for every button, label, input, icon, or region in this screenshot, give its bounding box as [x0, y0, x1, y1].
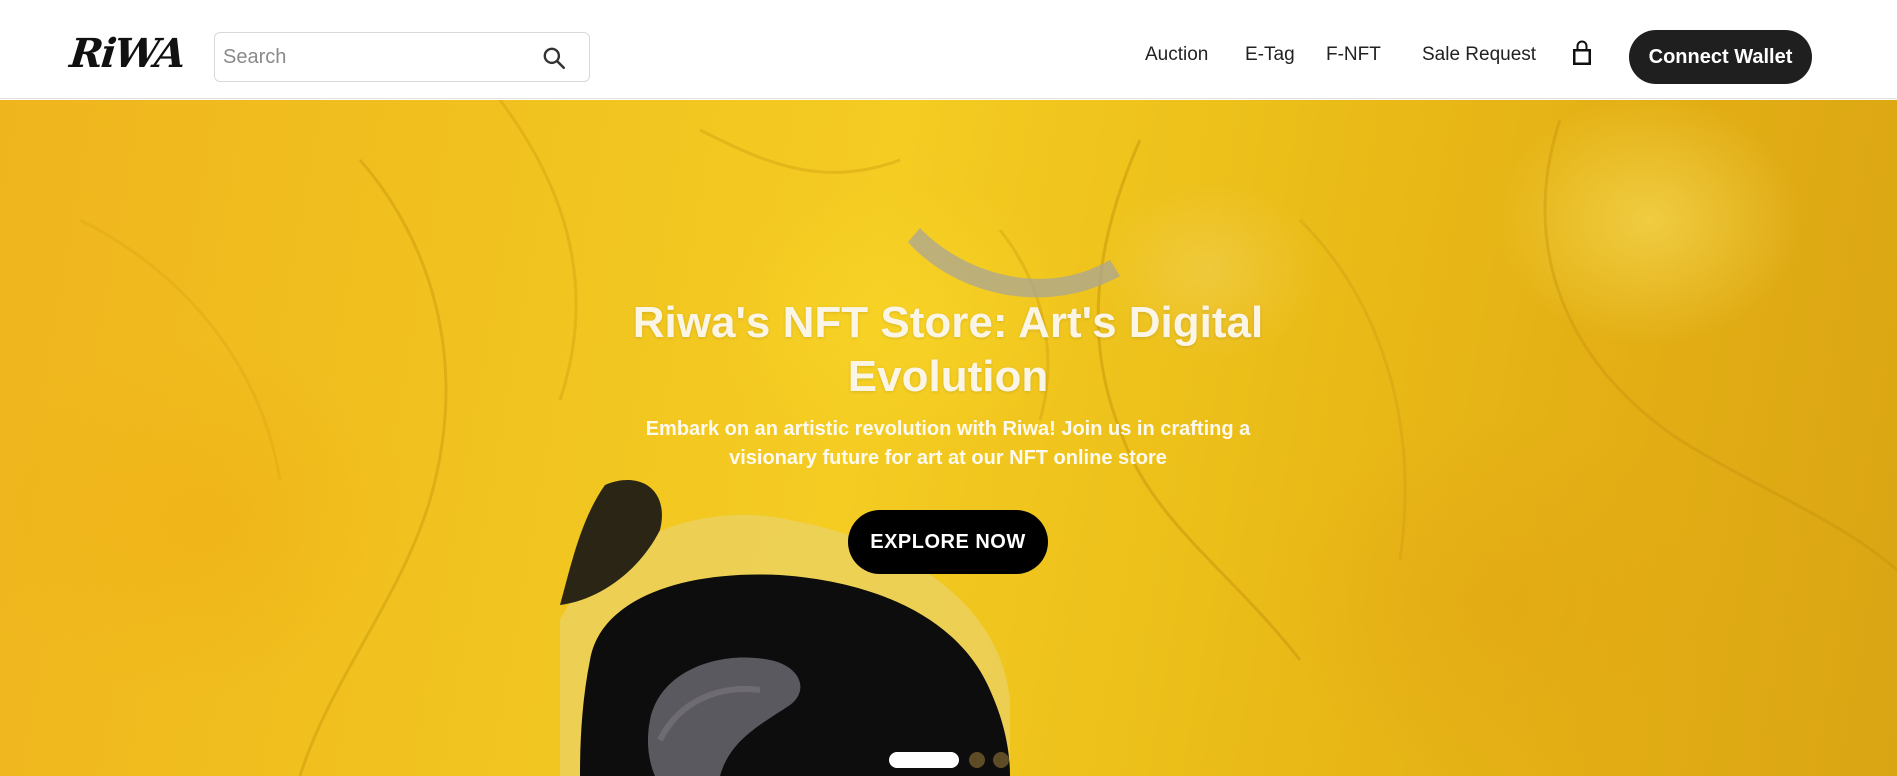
search-icon[interactable] [541, 45, 567, 71]
nav-fnft-link[interactable]: F-NFT [1326, 44, 1381, 66]
nav-auction-link[interactable]: Auction [1145, 44, 1208, 66]
shopping-bag-icon[interactable] [1570, 40, 1594, 68]
carousel-dot-2[interactable] [969, 752, 985, 768]
hero-title: Riwa's NFT Store: Art's Digital Evolutio… [632, 298, 1264, 401]
search-box[interactable] [214, 32, 590, 82]
riwa-logo[interactable]: RiWA [68, 30, 187, 77]
hero-banner: Riwa's NFT Store: Art's Digital Evolutio… [0, 100, 1897, 776]
search-input[interactable] [223, 41, 523, 73]
carousel-dot-1[interactable] [889, 752, 959, 768]
connect-wallet-button[interactable]: Connect Wallet [1629, 30, 1812, 84]
top-nav-bar: RiWA Auction E-Tag F-NFT Sale Request Co… [0, 0, 1897, 99]
carousel-dot-3[interactable] [993, 752, 1009, 768]
nav-sale-request-link[interactable]: Sale Request [1422, 44, 1536, 66]
explore-now-button[interactable]: EXPLORE NOW [848, 510, 1048, 574]
hero-subtitle: Embark on an artistic revolution with Ri… [645, 418, 1251, 469]
nav-etag-link[interactable]: E-Tag [1245, 44, 1295, 66]
